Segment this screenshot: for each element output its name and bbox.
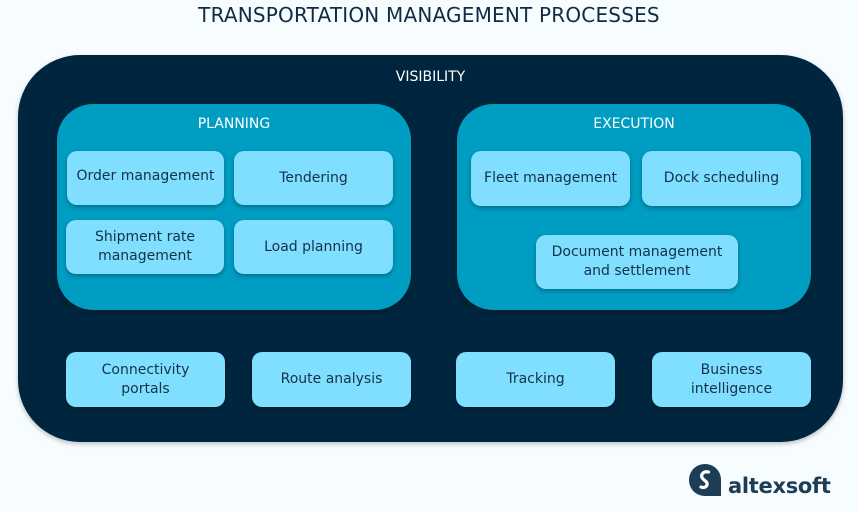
- planning-label: PLANNING: [197, 116, 271, 132]
- connectivity-portals-box: Connectivity portals: [66, 352, 225, 407]
- business-intelligence-label: Business intelligence: [690, 361, 773, 397]
- altexsoft-logo: altexsoft: [688, 460, 831, 500]
- fleet-management-label: Fleet management: [484, 170, 617, 186]
- visibility-label: VISIBILITY: [395, 69, 466, 85]
- tendering-label: Tendering: [279, 169, 348, 186]
- visibility-container: VISIBILITY PLANNING Order management Ten…: [18, 55, 843, 442]
- altexsoft-logo-text: altexsoft: [728, 474, 831, 498]
- load-planning-box: Load planning: [234, 220, 393, 274]
- document-management-box: Document management and settlement: [536, 235, 738, 289]
- dock-scheduling-label: Dock scheduling: [663, 170, 780, 186]
- shipment-rate-management-box: Shipment rate management: [66, 220, 224, 274]
- order-management-box: Order management: [67, 151, 224, 205]
- route-analysis-label: Route analysis: [280, 371, 383, 387]
- connectivity-portals-label: Connectivity portals: [101, 361, 190, 397]
- tracking-box: Tracking: [456, 352, 615, 407]
- shipment-rate-management-label: Shipment rate management: [94, 229, 196, 264]
- order-management-label: Order management: [76, 168, 215, 184]
- execution-group: EXECUTION Fleet management Dock scheduli…: [457, 104, 811, 310]
- load-planning-label: Load planning: [264, 238, 363, 255]
- diagram-title: TRANSPORTATION MANAGEMENT PROCESSES: [198, 3, 660, 27]
- altexsoft-logo-icon: [689, 464, 721, 496]
- route-analysis-box: Route analysis: [252, 352, 411, 407]
- document-management-label: Document management and settlement: [551, 244, 723, 279]
- execution-label: EXECUTION: [593, 116, 675, 132]
- planning-group: PLANNING Order management Tendering Ship…: [57, 104, 411, 310]
- dock-scheduling-box: Dock scheduling: [642, 151, 801, 206]
- tendering-box: Tendering: [234, 151, 393, 205]
- business-intelligence-box: Business intelligence: [652, 352, 811, 407]
- tracking-label: Tracking: [506, 371, 565, 387]
- fleet-management-box: Fleet management: [471, 151, 630, 206]
